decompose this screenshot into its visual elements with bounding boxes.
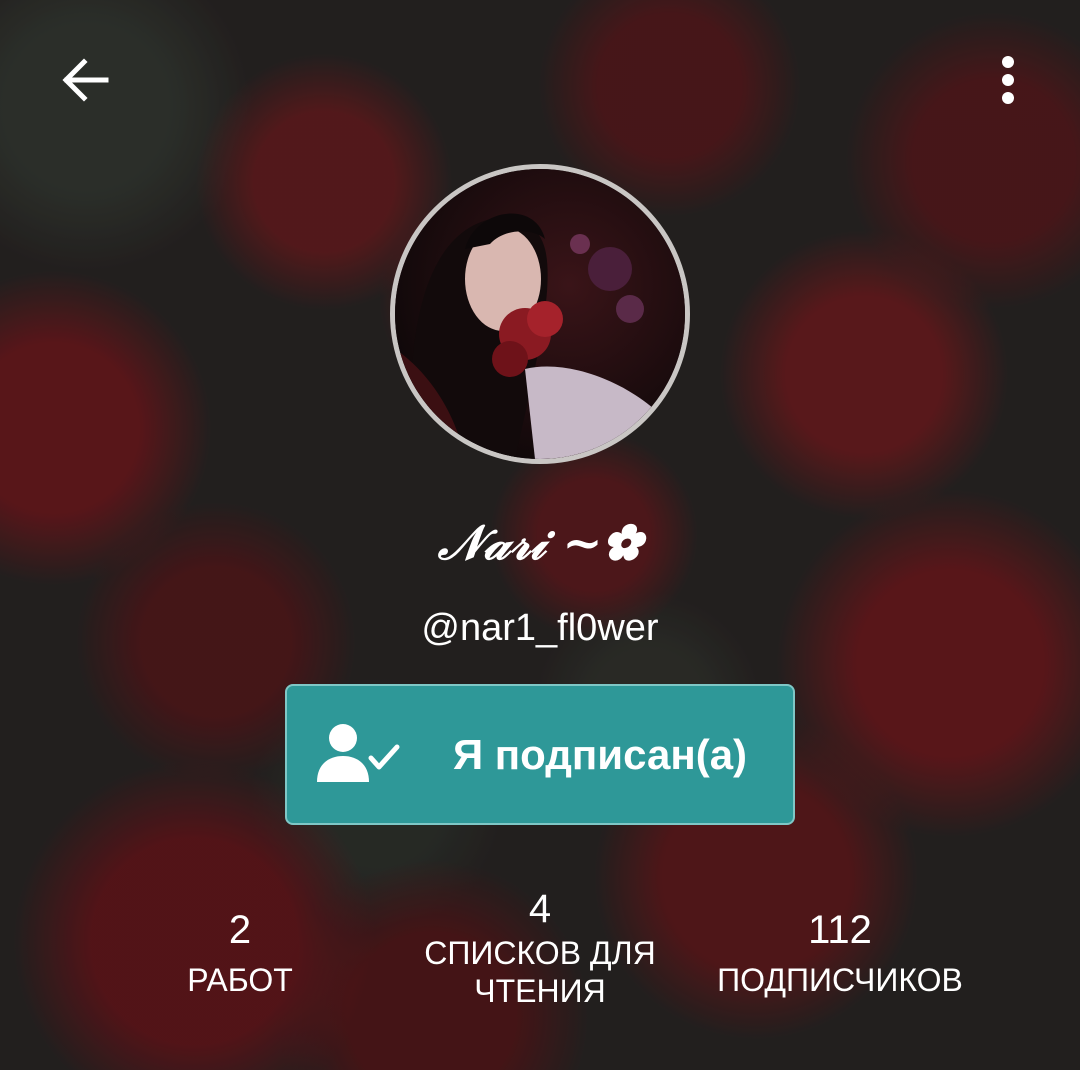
- stat-reading-lists-label-line1: СПИСКОВ ДЛЯ: [424, 935, 656, 971]
- overflow-menu-button[interactable]: [980, 45, 1036, 115]
- following-button-label: Я подписан(а): [452, 730, 748, 778]
- user-check-icon: [317, 724, 400, 782]
- stat-followers-label: ПОДПИСЧИКОВ: [717, 962, 963, 998]
- stat-reading-lists-label-line2: ЧТЕНИЯ: [474, 973, 606, 1009]
- following-button[interactable]: Я подписан(а): [285, 684, 795, 825]
- stat-reading-lists-count: 4: [528, 887, 552, 931]
- stat-works-count: 2: [228, 908, 252, 952]
- stat-followers[interactable]: 112 ПОДПИСЧИКОВ: [690, 905, 990, 999]
- profile-screen: 𝒩𝒶𝓇𝒾 ~✿ @nar1_fl0wer Я подписан(а) 2 РАБ…: [0, 0, 1080, 1070]
- more-vertical-icon: [1002, 56, 1014, 104]
- back-button[interactable]: [50, 45, 120, 115]
- profile-display-name: 𝒩𝒶𝓇𝒾 ~✿: [437, 515, 643, 571]
- avatar[interactable]: [390, 164, 690, 464]
- stat-works[interactable]: 2 РАБОТ: [150, 905, 330, 999]
- avatar-image: [395, 169, 685, 459]
- arrow-left-icon: [62, 58, 109, 102]
- stat-followers-count: 112: [808, 908, 872, 952]
- stat-works-label: РАБОТ: [187, 962, 293, 998]
- stat-reading-lists[interactable]: 4 СПИСКОВ ДЛЯ ЧТЕНИЯ: [400, 884, 680, 1010]
- profile-username: @nar1_fl0wer: [421, 607, 659, 649]
